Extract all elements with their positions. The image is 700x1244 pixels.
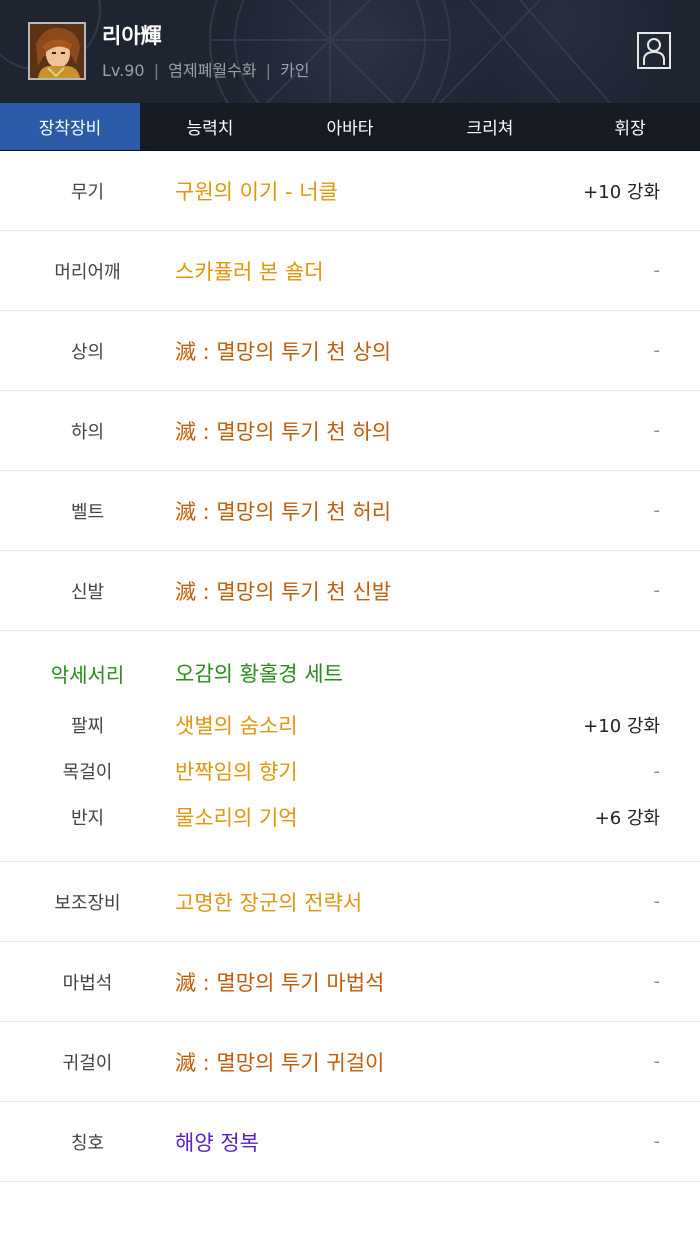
enhance-value: - (653, 500, 661, 521)
slot-label: 칭호 (70, 1132, 105, 1154)
tab-bar: 장착장비 능력치 아바타 크리쳐 휘장 (0, 103, 700, 151)
item-name: 滅 : 멸망의 투기 천 상의 (175, 339, 392, 364)
profile-button[interactable] (637, 32, 671, 69)
separator: | (265, 61, 271, 80)
slot-label: 목걸이 (62, 762, 113, 783)
slot-label: 신발 (70, 581, 105, 603)
tab-stats[interactable]: 능력치 (140, 103, 280, 150)
slot-label: 상의 (70, 341, 105, 363)
enhance-value: +10 강화 (583, 716, 660, 737)
character-guild: 염제폐월수화 (168, 61, 257, 80)
enhance-value: - (653, 420, 661, 441)
enhance-value: - (653, 891, 661, 912)
equipment-row-earring[interactable]: 귀걸이 滅 : 멸망의 투기 귀걸이 - (0, 1022, 700, 1102)
slot-label: 팔찌 (70, 716, 105, 737)
enhance-value: - (653, 760, 661, 782)
equipment-row-top[interactable]: 상의 滅 : 멸망의 투기 천 상의 - (0, 311, 700, 391)
enhance-value: +6 강화 (594, 808, 660, 829)
accessory-row-ring[interactable]: 반지 물소리의 기억 +6 강화 (0, 802, 700, 832)
slot-label: 하의 (70, 421, 105, 443)
background-pattern (0, 0, 611, 103)
slot-label: 벨트 (70, 501, 105, 523)
slot-label: 보조장비 (54, 892, 121, 914)
equipment-row-subweapon[interactable]: 보조장비 고명한 장군의 전략서 - (0, 862, 700, 942)
accessory-row-necklace[interactable]: 목걸이 반짝임의 향기 - (0, 756, 700, 786)
item-name: 滅 : 멸망의 투기 천 신발 (175, 579, 392, 604)
set-name: 오감의 황홀경 세트 (175, 662, 343, 686)
separator: | (153, 61, 160, 80)
tab-avatar[interactable]: 아바타 (280, 103, 420, 150)
equipment-row-title[interactable]: 칭호 해양 정복 - (0, 1102, 700, 1182)
slot-label: 마법석 (62, 972, 113, 994)
tab-equipment[interactable]: 장착장비 (0, 103, 140, 150)
item-name: 滅 : 멸망의 투기 마법석 (175, 970, 385, 995)
accessory-label: 악세서리 (50, 662, 125, 687)
equipment-row-belt[interactable]: 벨트 滅 : 멸망의 투기 천 허리 - (0, 471, 700, 551)
enhance-value: - (653, 340, 661, 361)
character-header: 리아輝 Lv.90 | 염제폐월수화 | 카인 (0, 0, 700, 103)
slot-label: 귀걸이 (62, 1052, 113, 1074)
accessory-section[interactable]: 악세서리 오감의 황홀경 세트 팔찌 샛별의 숨소리 +10 강화 목걸이 반짝… (0, 631, 700, 862)
tab-creature[interactable]: 크리쳐 (420, 103, 560, 150)
enhance-value: - (653, 580, 661, 601)
item-name: 반짝임의 향기 (175, 760, 298, 784)
enhance-value: - (653, 971, 661, 992)
tab-emblem[interactable]: 휘장 (560, 103, 700, 150)
person-icon (643, 38, 665, 65)
enhance-value: - (653, 260, 661, 281)
character-subtitle: Lv.90 | 염제폐월수화 | 카인 (102, 57, 310, 81)
character-server: 카인 (280, 61, 310, 80)
accessory-set-line: 악세서리 오감의 황홀경 세트 (0, 657, 700, 689)
slot-label: 반지 (70, 808, 105, 829)
equipment-row-weapon[interactable]: 무기 구원의 이기 - 너클 +10 강화 (0, 151, 700, 231)
item-name: 滅 : 멸망의 투기 귀걸이 (175, 1050, 385, 1075)
enhance-value: +10 강화 (583, 181, 660, 203)
slot-label: 무기 (70, 181, 105, 203)
item-name: 샛별의 숨소리 (175, 714, 298, 738)
equipment-row-bottom[interactable]: 하의 滅 : 멸망의 투기 천 하의 - (0, 391, 700, 471)
character-portrait-icon (30, 24, 84, 78)
enhance-value: - (653, 1131, 661, 1152)
item-name: 滅 : 멸망의 투기 천 하의 (175, 419, 392, 444)
item-name: 구원의 이기 - 너클 (175, 179, 338, 204)
item-name: 물소리의 기억 (175, 806, 298, 830)
character-avatar[interactable] (28, 22, 86, 80)
item-name: 스카퓰러 본 숄더 (175, 259, 324, 284)
item-name: 고명한 장군의 전략서 (175, 890, 363, 915)
equipment-row-shoes[interactable]: 신발 滅 : 멸망의 투기 천 신발 - (0, 551, 700, 631)
enhance-value: - (653, 1051, 661, 1072)
equipment-row-shoulder[interactable]: 머리어깨 스카퓰러 본 숄더 - (0, 231, 700, 311)
accessory-row-bracelet[interactable]: 팔찌 샛별의 숨소리 +10 강화 (0, 710, 700, 740)
equipment-list: 무기 구원의 이기 - 너클 +10 강화 머리어깨 스카퓰러 본 숄더 - 상… (0, 151, 700, 1182)
item-name: 해양 정복 (175, 1130, 259, 1155)
equipment-row-magicstone[interactable]: 마법석 滅 : 멸망의 투기 마법석 - (0, 942, 700, 1022)
item-name: 滅 : 멸망의 투기 천 허리 (175, 499, 392, 524)
character-level: Lv.90 (102, 61, 145, 80)
character-name: 리아輝 (102, 24, 162, 48)
slot-label: 머리어깨 (54, 261, 121, 283)
